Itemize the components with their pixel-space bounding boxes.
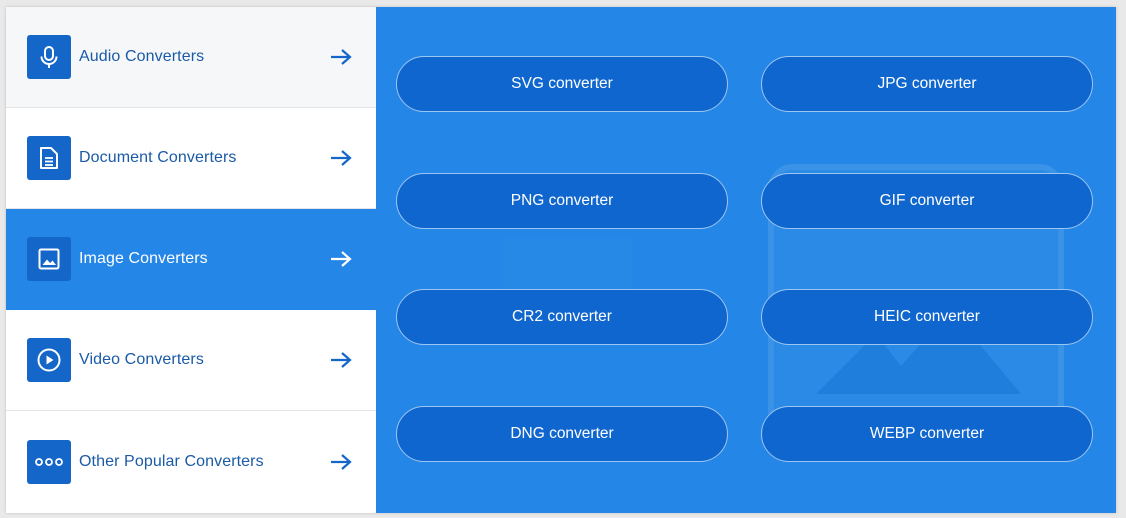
- image-converters-panel: SVG converter JPG converter PNG converte…: [376, 7, 1116, 513]
- microphone-icon: [27, 35, 71, 79]
- arrow-right-icon: [331, 49, 352, 65]
- sidebar-item-label: Other Popular Converters: [79, 453, 264, 470]
- png-converter-button[interactable]: PNG converter: [396, 173, 728, 229]
- jpg-converter-button[interactable]: JPG converter: [761, 56, 1093, 112]
- arrow-right-icon: [331, 150, 352, 166]
- sidebar-item-label: Audio Converters: [79, 48, 205, 65]
- arrow-right-icon: [331, 454, 352, 470]
- webp-converter-button[interactable]: WEBP converter: [761, 406, 1093, 462]
- arrow-right-icon: [331, 251, 352, 267]
- heic-converter-button[interactable]: HEIC converter: [761, 289, 1093, 345]
- gif-converter-button[interactable]: GIF converter: [761, 173, 1093, 229]
- svg-converter-button[interactable]: SVG converter: [396, 56, 728, 112]
- document-icon: [27, 136, 71, 180]
- arrow-right-icon: [331, 352, 352, 368]
- sidebar-item-video-converters[interactable]: Video Converters: [6, 310, 376, 411]
- sidebar-item-label: Document Converters: [79, 149, 237, 166]
- more-dots-icon: [27, 440, 71, 484]
- image-icon: [27, 237, 71, 281]
- play-icon: [27, 338, 71, 382]
- converter-button-grid: SVG converter JPG converter PNG converte…: [376, 7, 1116, 513]
- dng-converter-button[interactable]: DNG converter: [396, 406, 728, 462]
- sidebar-item-image-converters[interactable]: Image Converters: [6, 209, 376, 310]
- sidebar-item-document-converters[interactable]: Document Converters: [6, 108, 376, 209]
- sidebar-item-label: Image Converters: [79, 250, 208, 267]
- sidebar-item-label: Video Converters: [79, 351, 204, 368]
- converter-panel: Audio Converters Document Converters Ima…: [6, 7, 1116, 513]
- sidebar-item-audio-converters[interactable]: Audio Converters: [6, 7, 376, 108]
- converter-category-sidebar: Audio Converters Document Converters Ima…: [6, 7, 376, 513]
- sidebar-item-other-popular-converters[interactable]: Other Popular Converters: [6, 411, 376, 513]
- cr2-converter-button[interactable]: CR2 converter: [396, 289, 728, 345]
